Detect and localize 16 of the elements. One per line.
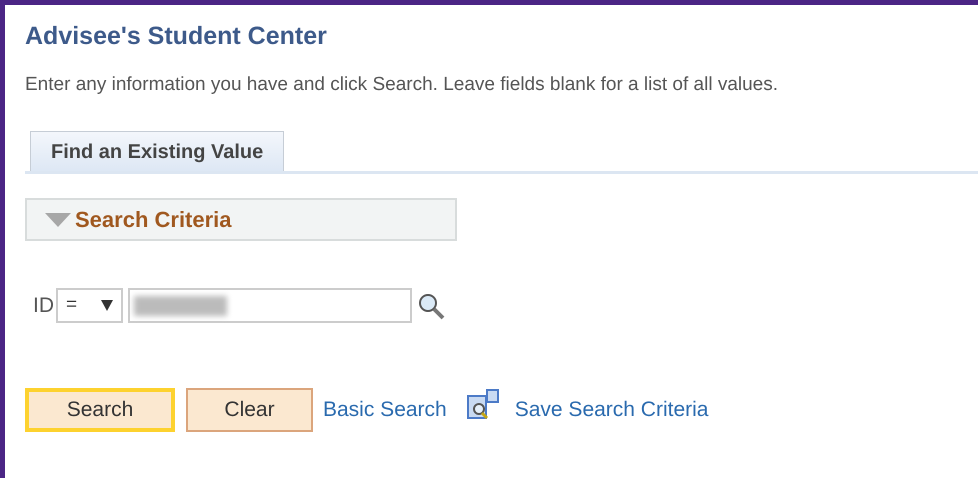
page-title: Advisee's Student Center xyxy=(25,21,328,51)
tab[interactable]: Find an Existing Value xyxy=(30,131,284,171)
operator-value: = xyxy=(66,293,78,318)
clear-button[interactable]: Clear xyxy=(186,388,313,432)
section-header[interactable]: Search Criteria xyxy=(25,198,457,241)
link[interactable]: Save Search Criteria xyxy=(514,394,708,426)
field-label: ID xyxy=(33,292,54,319)
operator-select[interactable]: = xyxy=(56,288,123,323)
id-input-field[interactable] xyxy=(128,288,412,323)
caret-down-icon xyxy=(101,300,113,311)
link[interactable]: Basic Search xyxy=(323,394,447,426)
search-button[interactable]: Search xyxy=(25,388,175,432)
save-search-icon[interactable] xyxy=(466,389,499,419)
instruction-text: Enter any information you have and click Search. Leave fields blank for a list of all values. xyxy=(25,73,780,97)
section-title: Search Criteria xyxy=(75,206,232,234)
caret-down-icon xyxy=(45,212,73,228)
